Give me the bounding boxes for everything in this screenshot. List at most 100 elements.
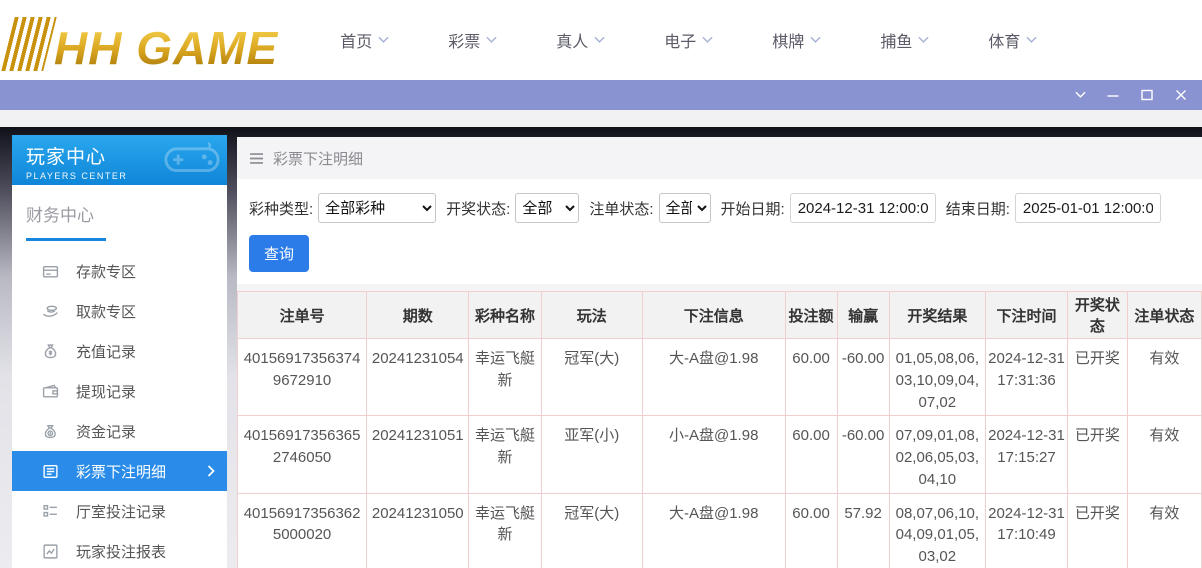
section-underline [26,238,106,241]
sidebar-section-title: 财务中心 [26,201,227,226]
start-date-label: 开始日期: [721,198,785,219]
table-cell: -60.00 [837,416,889,493]
sidebar-item-label: 彩票下注明细 [76,461,166,482]
app-window: HH GAME 首页 彩票 真人 电子 棋牌 捕鱼 体育 玩家中心 PLAYERS CENT… [0,0,1202,568]
minimize-button[interactable] [1106,88,1120,102]
money-bag-icon [42,343,59,360]
nav-item[interactable]: 彩票 [448,28,497,52]
main-content: 彩票下注明细 彩种类型: 全部彩种 开奖状态: 全部 注单状态: [237,137,1202,568]
chevron-down-icon [486,36,497,44]
maximize-button[interactable] [1140,88,1154,102]
nav-item[interactable]: 捕鱼 [880,28,929,52]
lottery-type-label: 彩种类型: [249,198,313,219]
sidebar-item[interactable]: 充值记录 [12,331,227,371]
query-button[interactable]: 查询 [249,235,309,272]
table-cell: 大-A盘@1.98 [642,493,785,568]
end-date-label: 结束日期: [946,198,1010,219]
draw-status-label: 开奖状态: [446,198,510,219]
table-cell: 有效 [1127,493,1201,568]
table-cell: 幸运飞艇新 [469,339,541,416]
table-cell: 60.00 [785,493,837,568]
bets-table: 注单号期数彩种名称玩法下注信息投注额输赢开奖结果下注时间开奖状态注单状态 401… [237,291,1202,568]
bank-card-icon [42,263,59,280]
table-cell: 401569173563749672910 [238,339,367,416]
nav-item-label: 捕鱼 [880,28,912,52]
sidebar-item[interactable]: 彩票下注明细 [12,451,227,491]
chevron-down-icon [702,36,713,44]
bets-table-card: 注单号期数彩种名称玩法下注信息投注额输赢开奖结果下注时间开奖状态注单状态 401… [237,291,1202,568]
nav-item[interactable]: 真人 [556,28,605,52]
chevron-down-icon [810,36,821,44]
table-cell: 已开奖 [1067,493,1127,568]
sidebar-item[interactable]: 取款专区 [12,291,227,331]
column-header: 注单状态 [1127,292,1201,339]
bet-list-icon [42,463,59,480]
table-cell: 亚军(小) [541,416,642,493]
logo-text: HH GAME [54,25,288,71]
filter-panel: 彩种类型: 全部彩种 开奖状态: 全部 注单状态: 全部 开始日期: [237,179,1202,284]
chevron-down-icon [378,36,389,44]
nav-item-label: 体育 [988,28,1020,52]
table-cell: 幸运飞艇新 [469,416,541,493]
table-cell: 401569173563625000020 [238,493,367,568]
column-header: 投注额 [785,292,837,339]
table-cell: 有效 [1127,339,1201,416]
sidebar-item-label: 资金记录 [76,421,136,442]
column-header: 下注信息 [642,292,785,339]
brand-logo: HH GAME [8,9,288,71]
nav-item[interactable]: 棋牌 [772,28,821,52]
column-header: 下注时间 [986,292,1068,339]
sidebar-header: 玩家中心 PLAYERS CENTER [12,135,227,185]
nav-item[interactable]: 体育 [988,28,1037,52]
filter-row: 彩种类型: 全部彩种 开奖状态: 全部 注单状态: 全部 开始日期: [249,193,1194,223]
sidebar-item[interactable]: 存款专区 [12,251,227,291]
table-cell: 2024-12-31 17:15:27 [986,416,1068,493]
workspace: 玩家中心 PLAYERS CENTER 财务中心 存款专区取款专区充值记录提现记… [0,127,1202,568]
chevron-down-icon [594,36,605,44]
close-button[interactable] [1174,88,1188,102]
hamburger-icon [249,152,264,165]
column-header: 开奖结果 [889,292,985,339]
sidebar-item[interactable]: 资金记录 [12,411,227,451]
sidebar-item[interactable]: 提现记录 [12,371,227,411]
sidebar-item-label: 玩家投注报表 [76,541,166,562]
table-cell: 08,07,06,10,04,09,01,05,03,02 [889,493,985,568]
table-cell: 60.00 [785,416,837,493]
table-cell: 已开奖 [1067,416,1127,493]
start-date-input[interactable] [790,193,936,223]
table-header-row: 注单号期数彩种名称玩法下注信息投注额输赢开奖结果下注时间开奖状态注单状态 [238,292,1202,339]
header-divider-strip [0,110,1202,127]
nav-item-label: 棋牌 [772,28,804,52]
lottery-type-select[interactable]: 全部彩种 [318,193,436,223]
table-cell: 2024-12-31 17:31:36 [986,339,1068,416]
sidebar-item-label: 取款专区 [76,301,136,322]
table-cell: 2024-12-31 17:10:49 [986,493,1068,568]
table-cell: 冠军(大) [541,493,642,568]
nav-item[interactable]: 首页 [340,28,389,52]
table-body: 40156917356374967291020241231054幸运飞艇新冠军(… [238,339,1202,568]
report-chart-icon [42,543,59,560]
table-cell: 60.00 [785,339,837,416]
chevron-right-icon [207,465,215,477]
wallet-icon [42,383,59,400]
sidebar-item-label: 提现记录 [76,381,136,402]
sidebar-menu: 存款专区取款专区充值记录提现记录资金记录彩票下注明细厅室投注记录玩家投注报表 [12,251,227,568]
window-controls [1075,88,1188,102]
sidebar-item[interactable]: 玩家投注报表 [12,531,227,568]
column-header: 期数 [367,292,469,339]
end-date-input[interactable] [1015,193,1161,223]
sidebar-item-label: 厅室投注记录 [76,501,166,522]
order-status-select[interactable]: 全部 [659,193,711,223]
sidebar-item[interactable]: 厅室投注记录 [12,491,227,531]
nav-item-label: 首页 [340,28,372,52]
query-row: 查询 [249,235,1194,272]
draw-status-select[interactable]: 全部 [515,193,579,223]
chevron-down-button[interactable] [1075,91,1086,99]
table-cell: 20241231051 [367,416,469,493]
sidebar-item-label: 存款专区 [76,261,136,282]
column-header: 注单号 [238,292,367,339]
table-cell: 401569173563652746050 [238,416,367,493]
hand-money-icon [42,303,59,320]
gamepad-icon [163,139,221,184]
nav-item[interactable]: 电子 [664,28,713,52]
